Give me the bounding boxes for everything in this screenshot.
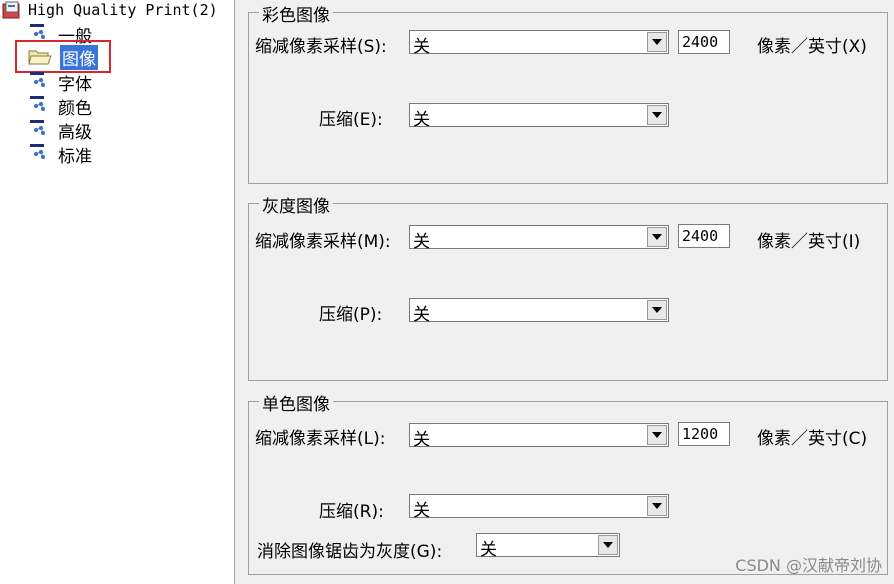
group-title: 单色图像 — [259, 390, 333, 415]
downsample-select[interactable]: 关 — [409, 423, 669, 450]
settings-node-icon — [30, 120, 50, 140]
chevron-down-icon — [652, 39, 662, 45]
unit-label: 像素／英寸(X) — [757, 37, 867, 57]
settings-node-icon — [30, 72, 50, 92]
color-images-group: 彩色图像 缩减像素采样(S): 关 2400 像素／英寸(X) 压缩(E): 关 — [248, 1, 888, 184]
mono-images-group: 单色图像 缩减像素采样(L): 关 1200 像素／英寸(C) 压缩(R): 关… — [248, 390, 888, 575]
select-value: 关 — [413, 110, 430, 130]
chevron-down-icon — [652, 307, 662, 313]
compression-label: 压缩(E): — [319, 110, 383, 130]
select-value: 关 — [480, 540, 497, 560]
select-value: 关 — [413, 430, 430, 450]
resolution-input[interactable]: 2400 — [678, 30, 730, 54]
select-value: 关 — [413, 501, 430, 521]
chevron-down-icon — [652, 432, 662, 438]
downsample-select[interactable]: 关 — [409, 30, 669, 57]
select-value: 关 — [413, 305, 430, 325]
chevron-down-icon — [652, 112, 662, 118]
downsample-label: 缩减像素采样(L): — [255, 429, 386, 449]
dropdown-button[interactable] — [647, 496, 667, 516]
tree-root-label: High Quality Print(2) — [28, 1, 218, 19]
unit-label: 像素／英寸(C) — [757, 429, 868, 449]
dropdown-button[interactable] — [647, 300, 667, 320]
select-value: 关 — [413, 37, 430, 57]
resolution-input[interactable]: 1200 — [678, 422, 730, 446]
selection-highlight-frame — [15, 40, 111, 73]
chevron-down-icon — [652, 234, 662, 240]
group-title: 灰度图像 — [259, 192, 333, 217]
settings-tree: High Quality Print(2) 一般 图像 字体 颜色 高级 标准 — [0, 0, 235, 584]
dropdown-button[interactable] — [598, 535, 618, 555]
compression-label: 压缩(R): — [319, 502, 384, 522]
compression-select[interactable]: 关 — [409, 103, 669, 130]
tree-item-label: 颜色 — [58, 98, 92, 119]
tree-item-label: 标准 — [58, 146, 92, 167]
antialias-label: 消除图像锯齿为灰度(G): — [257, 542, 443, 562]
dropdown-button[interactable] — [647, 227, 667, 247]
dropdown-button[interactable] — [647, 425, 667, 445]
gray-images-group: 灰度图像 缩减像素采样(M): 关 2400 像素／英寸(I) 压缩(P): 关 — [248, 192, 888, 381]
antialias-select[interactable]: 关 — [476, 533, 620, 560]
unit-label: 像素／英寸(I) — [757, 232, 861, 252]
resolution-input[interactable]: 2400 — [678, 224, 730, 248]
tree-item-fonts[interactable]: 字体 — [30, 70, 92, 95]
tree-item-advanced[interactable]: 高级 — [30, 118, 92, 143]
tree-item-label: 字体 — [58, 74, 92, 95]
chevron-down-icon — [652, 503, 662, 509]
dropdown-button[interactable] — [647, 32, 667, 52]
tree-item-color[interactable]: 颜色 — [30, 94, 92, 119]
tree-root[interactable]: High Quality Print(2) — [2, 0, 218, 20]
settings-node-icon — [30, 144, 50, 164]
downsample-select[interactable]: 关 — [409, 225, 669, 252]
tree-item-standards[interactable]: 标准 — [30, 142, 92, 167]
compression-select[interactable]: 关 — [409, 298, 669, 325]
tree-item-label: 高级 — [58, 122, 92, 143]
select-value: 关 — [413, 232, 430, 252]
downsample-label: 缩减像素采样(S): — [255, 37, 387, 57]
compression-select[interactable]: 关 — [409, 494, 669, 521]
compression-label: 压缩(P): — [319, 305, 383, 325]
app-icon — [2, 1, 22, 19]
watermark: CSDN @汉献帝刘协 — [735, 556, 882, 575]
group-title: 彩色图像 — [259, 1, 333, 26]
dropdown-button[interactable] — [647, 105, 667, 125]
chevron-down-icon — [603, 542, 613, 548]
downsample-label: 缩减像素采样(M): — [255, 232, 391, 252]
settings-node-icon — [30, 96, 50, 116]
